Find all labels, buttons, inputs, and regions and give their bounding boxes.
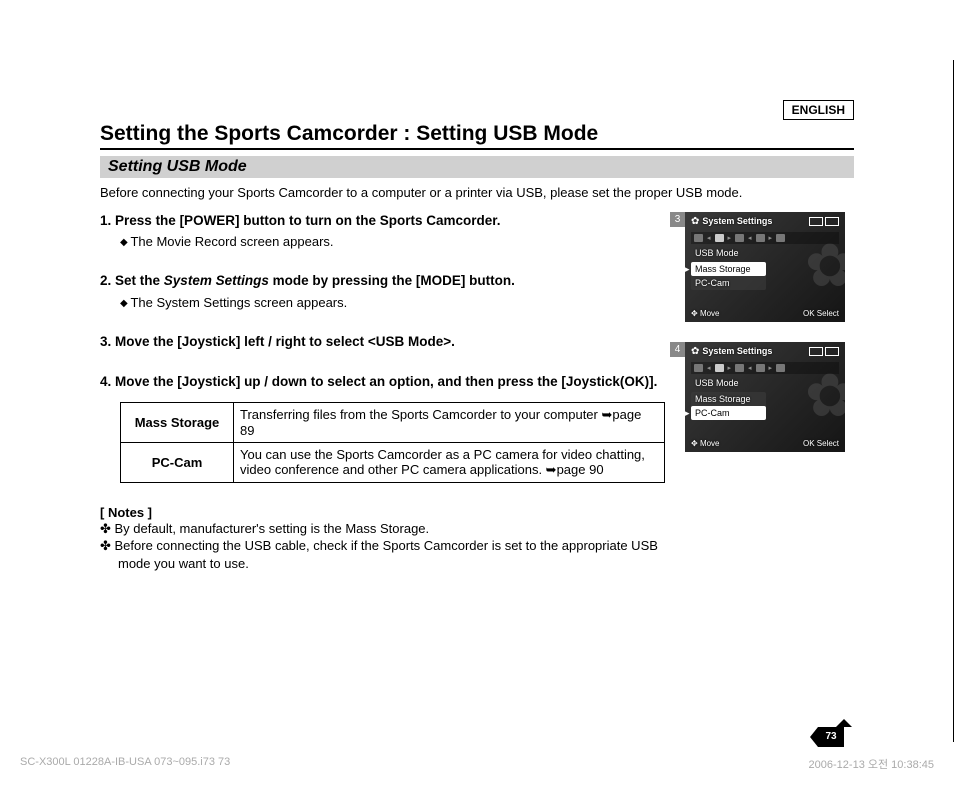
notes-header: [ Notes ]	[100, 505, 665, 520]
mode-label: USB Mode	[695, 248, 739, 258]
step-2: Set the System Settings mode by pressing…	[100, 272, 665, 311]
step-1-head: Press the [POWER] button to turn on the …	[100, 212, 665, 230]
screenshot-3: 3 ✿ System Settings ◂▸◂▸ USB Mode Mass S…	[685, 212, 854, 322]
step-3-head: Move the [Joystick] left / right to sele…	[100, 333, 665, 351]
footer-move: ✥ Move	[691, 309, 720, 318]
mode-label: USB Mode	[695, 378, 739, 388]
gear-bg-icon: ✿	[805, 372, 845, 420]
option-pc-cam: PC-Cam	[691, 276, 766, 290]
step-2-head: Set the System Settings mode by pressing…	[100, 272, 665, 290]
page-title: Setting the Sports Camcorder : Setting U…	[100, 122, 854, 150]
option-pc-cam: PC-Cam	[691, 406, 766, 420]
footer-select: OK Select	[803, 439, 839, 448]
note-item: Before connecting the USB cable, check i…	[100, 537, 665, 572]
step-1-sub: The Movie Record screen appears.	[120, 233, 665, 251]
table-row: PC-Cam You can use the Sports Camcorder …	[121, 442, 665, 482]
step-4: Move the [Joystick] up / down to select …	[100, 373, 665, 482]
step-2-sub: The System Settings screen appears.	[120, 294, 665, 312]
tab-strip: ◂▸◂▸	[691, 232, 839, 244]
tab-strip: ◂▸◂▸	[691, 362, 839, 374]
option-list: Mass Storage PC-Cam	[691, 392, 766, 420]
intro-text: Before connecting your Sports Camcorder …	[100, 184, 854, 202]
table-row: Mass Storage Transferring files from the…	[121, 402, 665, 442]
screenshot-4: 4 ✿ System Settings ◂▸◂▸ USB Mode Mass S…	[685, 342, 854, 452]
option-key: Mass Storage	[121, 402, 234, 442]
option-mass-storage: Mass Storage	[691, 392, 766, 406]
battery-icon	[809, 217, 839, 226]
language-label: ENGLISH	[783, 100, 854, 120]
footer-left: SC-X300L 01228A-IB-USA 073~095.i73 73	[20, 756, 230, 772]
footer-move: ✥ Move	[691, 439, 720, 448]
screen-header: System Settings	[702, 216, 772, 226]
step-3: Move the [Joystick] left / right to sele…	[100, 333, 665, 351]
page-number: 73	[818, 727, 844, 747]
battery-icon	[809, 347, 839, 356]
gear-icon	[691, 216, 699, 227]
step-4-head: Move the [Joystick] up / down to select …	[100, 373, 665, 391]
note-item: By default, manufacturer's setting is th…	[100, 520, 665, 538]
option-mass-storage: Mass Storage	[691, 262, 766, 276]
option-value: You can use the Sports Camcorder as a PC…	[234, 442, 665, 482]
options-table: Mass Storage Transferring files from the…	[120, 402, 665, 483]
option-value: Transferring files from the Sports Camco…	[234, 402, 665, 442]
print-footer: SC-X300L 01228A-IB-USA 073~095.i73 73 20…	[20, 756, 934, 772]
option-list: Mass Storage PC-Cam	[691, 262, 766, 290]
screenshot-number: 4	[670, 342, 685, 357]
step-1: Press the [POWER] button to turn on the …	[100, 212, 665, 251]
screenshot-number: 3	[670, 212, 685, 227]
screen-header: System Settings	[702, 346, 772, 356]
footer-right: 2006-12-13 오전 10:38:45	[809, 756, 934, 772]
gear-icon	[691, 346, 699, 357]
footer-select: OK Select	[803, 309, 839, 318]
section-title: Setting USB Mode	[100, 156, 854, 178]
option-key: PC-Cam	[121, 442, 234, 482]
gear-bg-icon: ✿	[805, 242, 845, 290]
